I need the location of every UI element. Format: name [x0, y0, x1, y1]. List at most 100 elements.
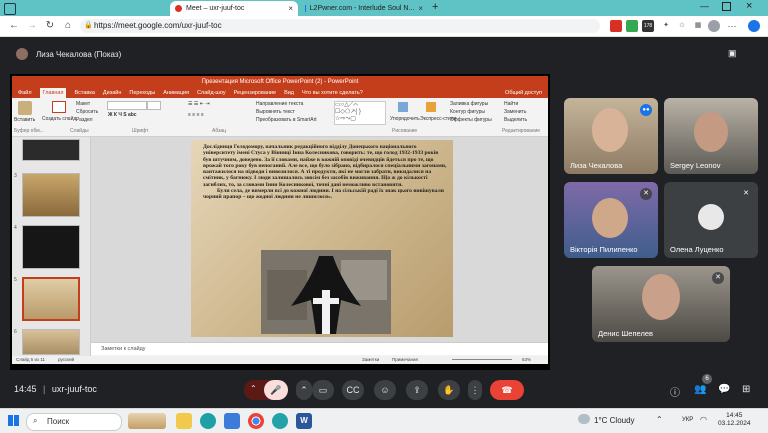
ppt-tab-slideshow[interactable]: Слайд-шоу	[197, 88, 226, 98]
leave-call-button[interactable]: ☎	[490, 380, 524, 400]
minimize-button[interactable]: —	[700, 1, 709, 11]
raise-hand-button[interactable]: ✋	[438, 380, 460, 400]
more-options-button[interactable]: ⋮	[468, 380, 482, 400]
ppt-tab-insert[interactable]: Вставка	[74, 88, 94, 98]
store-icon[interactable]	[224, 413, 240, 429]
slide-thumbnail-6[interactable]	[22, 329, 80, 355]
start-icon[interactable]	[8, 415, 19, 426]
shapes-gallery[interactable]: ▭○△⟋⌒ ☐◇⬠↗{ } ☆⇨⤳▢	[334, 101, 386, 125]
participant-tile-1[interactable]: ●● Лиза Чекалова	[564, 98, 658, 174]
ppt-tell-me[interactable]: Что вы хотите сделать?	[302, 88, 363, 98]
people-icon[interactable]: 👥	[694, 384, 706, 395]
reload-icon[interactable]: ↻	[44, 20, 56, 32]
participant-tile-5[interactable]: ✕ Денис Шепелев	[592, 266, 730, 342]
presentation-layout-icon[interactable]: ▣	[728, 48, 737, 59]
slide-notes[interactable]: Заметки к слайду	[91, 342, 548, 355]
close-tab-icon[interactable]: ×	[418, 4, 423, 13]
ppt-tab-file[interactable]: Файл	[18, 88, 32, 98]
find-button[interactable]: Найти	[504, 101, 518, 107]
font-name-input[interactable]	[107, 101, 147, 110]
font-format-icons[interactable]: Ж К Ч S abc	[108, 112, 137, 118]
ppt-tab-transitions[interactable]: Переходы	[129, 88, 155, 98]
ppt-share-button[interactable]: Общий доступ	[505, 88, 548, 98]
tab-meet[interactable]: Meet – uxr-juuf-toc ×	[170, 1, 298, 16]
shape-effects-button[interactable]: Эффекты фигуры	[450, 117, 492, 123]
paste-icon[interactable]	[18, 101, 32, 115]
favorites-icon[interactable]: ☆	[676, 20, 688, 32]
copilot-icon[interactable]	[748, 20, 760, 32]
chrome-icon[interactable]	[248, 413, 264, 429]
status-notes[interactable]: Заметки	[362, 356, 379, 364]
chat-icon[interactable]: 💬	[718, 384, 730, 395]
zoom-slider[interactable]	[452, 359, 512, 360]
extensions-icon[interactable]: ✦	[660, 20, 672, 32]
browser-window-icon[interactable]	[4, 3, 16, 15]
slide-thumbnail-2[interactable]	[22, 139, 80, 161]
activities-icon[interactable]: ⊞	[742, 384, 750, 395]
extension-red-icon[interactable]	[610, 20, 622, 32]
present-button[interactable]: ⇪	[406, 380, 428, 400]
status-comments[interactable]: Примечания	[392, 356, 418, 364]
ppt-tab-home[interactable]: Главная	[39, 88, 67, 98]
smartart-button[interactable]: Преобразовать в SmartArt	[256, 117, 317, 123]
collections-icon[interactable]: ▦	[692, 20, 704, 32]
explorer-icon[interactable]	[176, 413, 192, 429]
new-slide-button[interactable]: Создать слайд	[42, 116, 76, 122]
edge-icon[interactable]	[200, 413, 216, 429]
participant-tile-3[interactable]: ✕ Вікторія Пилипенко	[564, 182, 658, 258]
new-tab-button[interactable]: +	[432, 1, 438, 13]
maximize-button[interactable]	[722, 2, 731, 11]
home-icon[interactable]: ⌂	[62, 20, 74, 32]
ppt-tab-design[interactable]: Дизайн	[103, 88, 122, 98]
align-text-button[interactable]: Выровнять текст	[256, 109, 295, 115]
wifi-icon[interactable]: ◠	[700, 415, 707, 424]
select-button[interactable]: Выделить	[504, 117, 527, 123]
section-button[interactable]: Раздел	[76, 117, 93, 123]
taskbar-clock[interactable]: 14:45 03.12.2024	[718, 412, 751, 428]
news-widget-icon[interactable]	[128, 413, 166, 429]
slide-text-box[interactable]: Дослідниця Голодомору, начальник редакці…	[203, 144, 447, 201]
close-tab-icon[interactable]: ×	[288, 4, 293, 13]
tab-l2pwner[interactable]: L2Pwner.com - Interlude Soul N... ×	[300, 1, 428, 16]
ppt-tab-animation[interactable]: Анимация	[163, 88, 189, 98]
list-icons[interactable]: ☰ ☰ ⇤ ⇥	[188, 101, 210, 107]
replace-button[interactable]: Заменить	[504, 109, 526, 115]
new-slide-icon[interactable]	[52, 101, 66, 113]
slide-thumbnail-3[interactable]	[22, 173, 80, 217]
slide-thumbnail-5[interactable]	[22, 277, 80, 321]
emoji-button[interactable]: ☺	[374, 380, 396, 400]
mic-options-chevron-icon[interactable]: ⌃	[250, 384, 257, 393]
slide-thumbnail-4[interactable]	[22, 225, 80, 269]
mic-off-button[interactable]: 🎤	[264, 380, 288, 400]
back-icon[interactable]: ←	[8, 20, 20, 32]
ppt-tab-view[interactable]: Вид	[284, 88, 294, 98]
language-indicator[interactable]: УКР	[682, 417, 693, 423]
camera-button[interactable]: ▭	[312, 380, 334, 400]
paste-button[interactable]: Вставить	[14, 117, 35, 123]
extension-green-icon[interactable]	[626, 20, 638, 32]
reset-button[interactable]: Сбросить	[76, 109, 98, 115]
word-icon[interactable]: W	[296, 413, 312, 429]
shape-fill-button[interactable]: Заливка фигуры	[450, 101, 488, 107]
profile-icon[interactable]	[708, 20, 720, 32]
more-menu-icon[interactable]: ⋯	[726, 20, 738, 32]
close-window-button[interactable]: ×	[746, 0, 752, 12]
font-size-input[interactable]	[147, 101, 161, 110]
url-input[interactable]: 🔒 https://meet.google.com/uxr-juuf-toc	[80, 19, 600, 33]
ppt-tab-review[interactable]: Рецензирование	[234, 88, 276, 98]
participant-tile-4[interactable]: ✕ Олена Луценко	[664, 182, 758, 258]
arrange-button[interactable]: Упорядочить	[390, 116, 420, 122]
forward-icon[interactable]: →	[26, 20, 38, 32]
info-icon[interactable]: ⓘ	[670, 384, 680, 399]
extension-badge-icon[interactable]: 178	[642, 20, 654, 32]
weather-text[interactable]: 1°C Cloudy	[594, 416, 635, 425]
edge-active-icon[interactable]	[272, 413, 288, 429]
participant-tile-2[interactable]: Sergey Leonov	[664, 98, 758, 174]
shape-outline-button[interactable]: Контур фигуры	[450, 109, 485, 115]
text-direction-button[interactable]: Направление текста	[256, 101, 303, 107]
layout-button[interactable]: Макет	[76, 101, 90, 107]
tray-chevron-icon[interactable]: ⌃	[656, 415, 663, 424]
align-icons[interactable]: ≡ ≡ ≡ ≡	[188, 112, 204, 118]
captions-button[interactable]: CC	[342, 380, 364, 400]
taskbar-search[interactable]: ⌕ Поиск	[26, 413, 122, 431]
